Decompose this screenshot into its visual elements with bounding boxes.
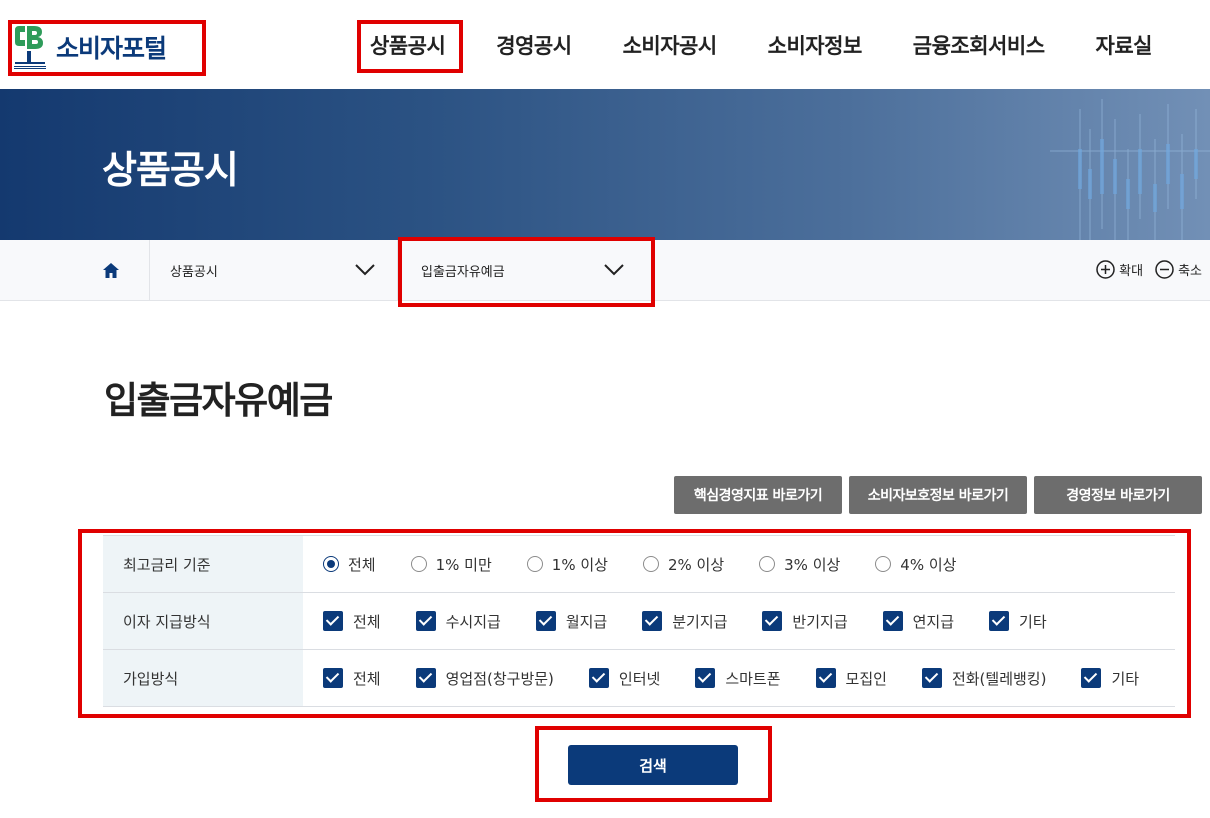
join-option-smartphone[interactable]: 스마트폰 [695, 668, 781, 689]
stock-chart-decoration [1050, 99, 1210, 240]
filter-row-join: 가입방식 전체 영업점(창구방문) 인터넷 스마트폰 모집인 전화(텔레뱅킹) … [103, 650, 1175, 707]
checkbox-checked-icon [762, 611, 783, 631]
main-nav: 상품공시 경영공시 소비자공시 소비자정보 금융조회서비스 자료실 [370, 30, 1153, 60]
nav-product-disclosure[interactable]: 상품공시 [370, 30, 446, 60]
plus-circle-icon [1096, 260, 1115, 279]
checkbox-checked-icon [323, 611, 343, 631]
rate-options: 전체 1% 미만 1% 이상 2% 이상 3% 이상 4% 이상 [303, 536, 1175, 592]
interest-options: 전체 수시지급 월지급 분기지급 반기지급 연지급 기타 [303, 593, 1175, 649]
rate-option-2-plus[interactable]: 2% 이상 [642, 554, 724, 575]
radio-icon [410, 556, 427, 572]
zoom-in-label: 확대 [1119, 264, 1144, 279]
checkbox-checked-icon [588, 668, 609, 688]
checkbox-checked-icon [415, 668, 436, 688]
site-header: 소비자포털 상품공시 경영공시 소비자공시 소비자정보 금융조회서비스 자료실 [0, 0, 1210, 89]
checkbox-checked-icon [415, 611, 436, 631]
radio-icon [875, 556, 892, 572]
join-option-internet[interactable]: 인터넷 [588, 668, 660, 689]
nav-management-disclosure[interactable]: 경영공시 [496, 30, 572, 60]
rate-option-3-plus[interactable]: 3% 이상 [759, 554, 840, 575]
rate-option-all[interactable]: 전체 [323, 554, 376, 575]
home-button[interactable] [72, 240, 150, 300]
breadcrumb: 상품공시 입출금자유예금 확대 축소 [0, 240, 1210, 301]
nav-consumer-info[interactable]: 소비자정보 [768, 30, 863, 60]
breadcrumb-level1-label: 상품공시 [170, 264, 218, 280]
interest-option-semiannual[interactable]: 반기지급 [762, 611, 848, 632]
join-options: 전체 영업점(창구방문) 인터넷 스마트폰 모집인 전화(텔레뱅킹) 기타 [303, 650, 1175, 706]
zoom-out-label: 축소 [1178, 264, 1202, 279]
filter-label-join: 가입방식 [103, 650, 303, 706]
banner-title: 상품공시 [102, 148, 239, 192]
radio-icon [759, 556, 776, 572]
filter-table: 최고금리 기준 전체 1% 미만 1% 이상 2% 이상 3% 이상 4% 이상… [103, 535, 1175, 707]
rate-option-4-plus[interactable]: 4% 이상 [875, 554, 956, 575]
checkbox-checked-icon [989, 611, 1010, 631]
checkbox-checked-icon [1081, 668, 1102, 688]
checkbox-checked-icon [535, 611, 556, 631]
filter-row-interest: 이자 지급방식 전체 수시지급 월지급 분기지급 반기지급 연지급 기타 [103, 593, 1175, 650]
radio-icon [526, 556, 543, 572]
radio-icon [642, 556, 659, 572]
checkbox-checked-icon [882, 611, 903, 631]
home-icon [102, 262, 119, 278]
search-button[interactable]: 검색 [568, 745, 738, 785]
minus-circle-icon [1155, 260, 1174, 279]
join-option-agent[interactable]: 모집인 [815, 668, 887, 689]
interest-option-quarterly[interactable]: 분기지급 [642, 611, 727, 632]
filter-label-interest: 이자 지급방식 [103, 593, 303, 649]
breadcrumb-level2-label: 입출금자유예금 [421, 264, 505, 280]
breadcrumb-dropdown-level1[interactable]: 상품공시 [150, 240, 398, 300]
filter-label-rate: 최고금리 기준 [103, 536, 303, 592]
interest-option-other[interactable]: 기타 [989, 611, 1047, 632]
radio-checked-icon [323, 556, 339, 572]
join-option-branch[interactable]: 영업점(창구방문) [415, 668, 554, 689]
rate-option-1-plus[interactable]: 1% 이상 [526, 554, 608, 575]
zoom-out-button[interactable]: 축소 [1155, 260, 1202, 279]
chevron-down-icon [355, 264, 375, 276]
checkbox-checked-icon [815, 668, 836, 688]
logo-title: 소비자포털 [56, 34, 167, 63]
join-option-all[interactable]: 전체 [323, 668, 381, 689]
interest-option-all[interactable]: 전체 [323, 611, 381, 632]
page-title: 입출금자유예금 [104, 379, 333, 422]
join-option-phone[interactable]: 전화(텔레뱅킹) [921, 668, 1046, 689]
logo-mark-icon [12, 24, 48, 70]
join-option-other[interactable]: 기타 [1081, 668, 1139, 689]
filter-row-rate: 최고금리 기준 전체 1% 미만 1% 이상 2% 이상 3% 이상 4% 이상 [103, 536, 1175, 593]
interest-option-anytime[interactable]: 수시지급 [415, 611, 501, 632]
key-management-indicators-button[interactable]: 핵심경영지표 바로가기 [674, 476, 842, 514]
nav-financial-inquiry[interactable]: 금융조회서비스 [913, 30, 1045, 60]
management-info-button[interactable]: 경영정보 바로가기 [1034, 476, 1202, 514]
chevron-down-icon [604, 264, 624, 276]
checkbox-checked-icon [642, 611, 663, 631]
nav-consumer-disclosure[interactable]: 소비자공시 [623, 30, 718, 60]
rate-option-under-1[interactable]: 1% 미만 [410, 554, 492, 575]
nav-archive[interactable]: 자료실 [1096, 30, 1153, 60]
zoom-in-button[interactable]: 확대 [1096, 260, 1143, 279]
logo[interactable]: 소비자포털 [12, 24, 167, 70]
checkbox-checked-icon [323, 668, 343, 688]
checkbox-checked-icon [921, 668, 942, 688]
zoom-controls: 확대 축소 [1096, 260, 1202, 279]
breadcrumb-dropdown-level2[interactable]: 입출금자유예금 [402, 240, 650, 300]
page-banner: 상품공시 [0, 89, 1210, 240]
consumer-protection-info-button[interactable]: 소비자보호정보 바로가기 [849, 476, 1027, 514]
interest-option-monthly[interactable]: 월지급 [535, 611, 607, 632]
interest-option-annual[interactable]: 연지급 [882, 611, 954, 632]
checkbox-checked-icon [695, 668, 716, 688]
